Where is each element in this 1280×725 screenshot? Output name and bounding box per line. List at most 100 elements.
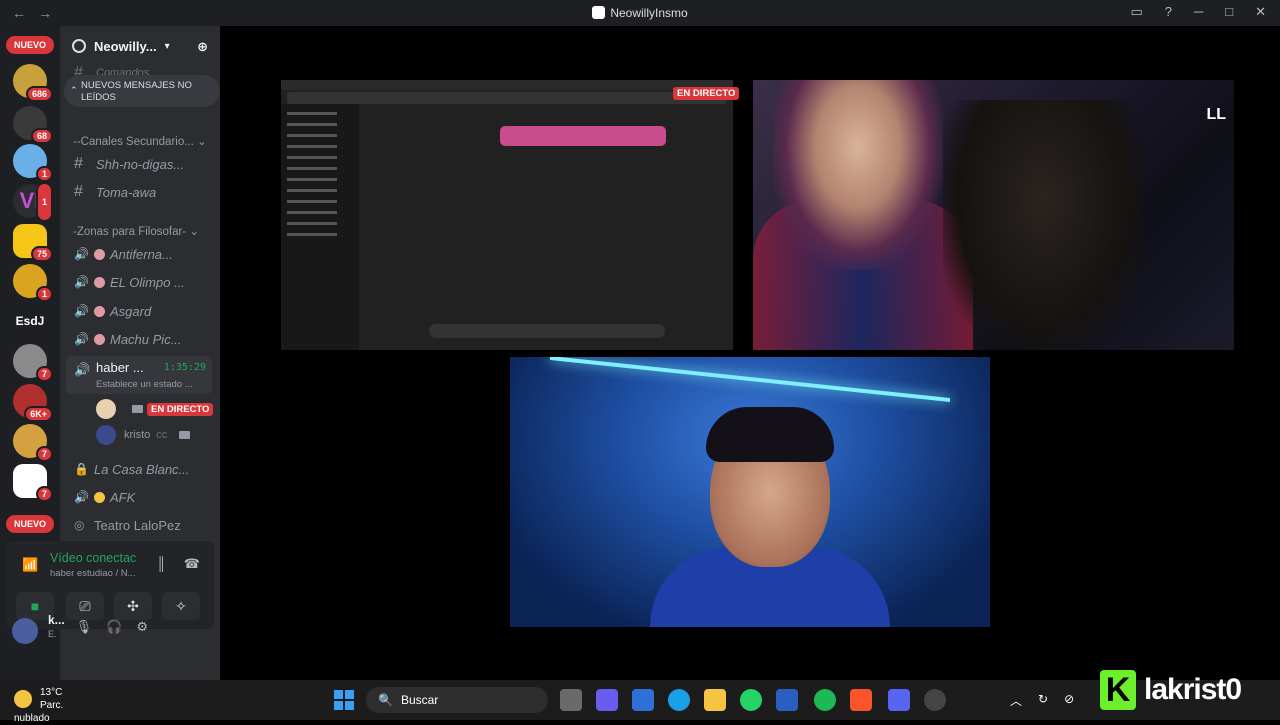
screen-share-input bbox=[429, 324, 665, 338]
server-badge: 7 bbox=[35, 446, 53, 462]
camera-tile-main[interactable] bbox=[510, 357, 990, 627]
voice-channel[interactable]: 🔊 Machu Pic... bbox=[74, 326, 216, 352]
voice-user-row[interactable]: kristo cc bbox=[96, 424, 191, 446]
watermark-logo: K bbox=[1100, 670, 1136, 710]
close-button[interactable]: ✕ bbox=[1255, 4, 1266, 20]
channel-label: Antiferna... bbox=[110, 246, 173, 262]
server-badge: 1 bbox=[35, 286, 53, 302]
server-icon[interactable]: 1 bbox=[13, 144, 53, 182]
chevron-up-icon[interactable]: ︿ bbox=[1010, 692, 1022, 709]
active-channel-status[interactable]: Establece un estado ... bbox=[96, 379, 193, 390]
voice-channel[interactable]: 🔊 EL Olimpo ... bbox=[74, 269, 216, 295]
title-bar: ← → NeowillyInsmo ▭ ? ─ □ ✕ bbox=[0, 0, 1280, 26]
taskbar-search[interactable]: 🔍 Buscar bbox=[366, 687, 548, 713]
channel-label: Machu Pic... bbox=[110, 331, 182, 347]
discord-icon[interactable] bbox=[888, 689, 910, 711]
arrow-up-icon: ⌃ bbox=[70, 85, 78, 95]
brave-icon[interactable] bbox=[850, 689, 872, 711]
camera-tile-top[interactable]: LL bbox=[753, 80, 1234, 350]
speaker-icon: 🔊 bbox=[74, 490, 89, 504]
guild-header[interactable]: Neowilly... ▾ ⊕ bbox=[60, 26, 220, 66]
microphone-icon[interactable]: 🎙 bbox=[76, 619, 93, 635]
server-text-esdj[interactable]: EsdJ bbox=[10, 314, 50, 328]
user-panel-status: E. bbox=[48, 629, 57, 639]
weather-icon bbox=[14, 690, 32, 708]
server-icon[interactable]: 686 bbox=[13, 64, 53, 102]
headphones-icon[interactable]: 🎧 bbox=[106, 619, 122, 635]
voice-channel-locked[interactable]: 🔒 La Casa Blanc... bbox=[74, 456, 216, 482]
speaker-icon: 🔊 bbox=[74, 304, 89, 318]
camera-icon bbox=[179, 431, 191, 439]
user-panel-name[interactable]: k... bbox=[48, 613, 65, 627]
network-icon[interactable]: ⊘ bbox=[1064, 692, 1074, 709]
disconnect-icon[interactable]: ☎ bbox=[184, 556, 200, 572]
server-badge: 1 bbox=[35, 182, 53, 222]
task-view-icon[interactable] bbox=[560, 689, 582, 711]
start-button[interactable] bbox=[334, 690, 354, 710]
server-icon[interactable]: 7 bbox=[13, 464, 53, 502]
emoji-icon bbox=[94, 333, 105, 345]
camera-icon bbox=[132, 405, 143, 413]
server-icon[interactable]: 6K+ bbox=[13, 384, 53, 422]
copilot-icon[interactable] bbox=[596, 689, 618, 711]
help-icon[interactable]: ? bbox=[1165, 4, 1172, 20]
whatsapp-icon[interactable] bbox=[740, 689, 762, 711]
new-unread-pill-bottom[interactable]: NUEVO bbox=[6, 515, 54, 533]
search-label: Buscar bbox=[400, 693, 439, 707]
hash-icon: # bbox=[74, 155, 83, 172]
sync-icon[interactable]: ↻ bbox=[1038, 692, 1048, 709]
category-label: --Canales Secundario... bbox=[73, 136, 194, 148]
avatar[interactable] bbox=[12, 618, 38, 644]
add-user-icon[interactable]: ⊕ bbox=[197, 39, 208, 55]
voice-user-row[interactable]: EN DIRECTO bbox=[96, 398, 214, 420]
chevron-down-icon: ▾ bbox=[164, 40, 170, 52]
gear-icon[interactable]: ⚙ bbox=[136, 619, 148, 635]
hash-icon: # bbox=[74, 183, 83, 200]
window-title: NeowillyInsmo bbox=[0, 6, 1280, 20]
avatar bbox=[96, 425, 116, 445]
stage-channel[interactable]: ◎ Teatro LaloPez bbox=[74, 512, 216, 538]
voice-channel[interactable]: 🔊 Antiferna... bbox=[74, 241, 216, 267]
screen-share-sidebar bbox=[281, 104, 359, 350]
word-icon[interactable] bbox=[776, 689, 798, 711]
channel-label: Shh-no-digas... bbox=[96, 156, 185, 172]
server-icon[interactable]: 68 bbox=[13, 106, 53, 144]
file-explorer-icon[interactable] bbox=[704, 689, 726, 711]
soundboard-button[interactable]: ✧ bbox=[162, 592, 200, 620]
obs-icon[interactable] bbox=[924, 689, 946, 711]
store-icon[interactable] bbox=[632, 689, 654, 711]
server-icon[interactable]: 7 bbox=[13, 344, 53, 382]
category-zones[interactable]: -Zonas para Filosofar- ⌄ bbox=[73, 224, 199, 238]
minimize-button[interactable]: ─ bbox=[1194, 4, 1203, 20]
active-channel-name: haber ... bbox=[96, 360, 144, 375]
inbox-icon[interactable]: ▭ bbox=[1130, 4, 1142, 20]
channel-text[interactable]: # Shh-no-digas... bbox=[74, 151, 216, 177]
voice-subtitle[interactable]: haber estudiao / N... bbox=[50, 568, 136, 579]
stage-icon: ◎ bbox=[74, 518, 85, 532]
chevron-down-icon: ⌄ bbox=[197, 136, 207, 148]
edge-icon[interactable] bbox=[668, 689, 690, 711]
channel-text[interactable]: # Toma-awa bbox=[74, 179, 216, 205]
server-icon[interactable]: 75 bbox=[13, 224, 53, 262]
new-messages-banner[interactable]: ⌃ NUEVOS MENSAJES NO LEÍDOS bbox=[64, 75, 220, 107]
server-badge: 75 bbox=[30, 246, 53, 262]
server-icon[interactable]: 1 bbox=[13, 264, 53, 302]
maximize-button[interactable]: □ bbox=[1225, 4, 1233, 20]
voice-channel[interactable]: 🔊 Asgard bbox=[74, 298, 216, 324]
spotify-icon[interactable] bbox=[814, 689, 836, 711]
screen-share-tile[interactable] bbox=[281, 80, 733, 350]
active-voice-channel[interactable]: 🔊 haber ... 1:35:29 Establece un estado … bbox=[66, 356, 212, 394]
voice-channel-afk[interactable]: 🔊 AFK bbox=[74, 484, 216, 510]
server-icon[interactable]: 7 bbox=[13, 424, 53, 462]
category-secondary[interactable]: --Canales Secundario... ⌄ bbox=[73, 134, 207, 148]
new-unread-pill-top[interactable]: NUEVO bbox=[6, 36, 54, 54]
emoji-icon bbox=[94, 491, 105, 503]
weather-widget[interactable]: 13°C Parc. nublado bbox=[14, 686, 76, 725]
server-badge: 686 bbox=[25, 86, 53, 102]
noise-suppression-icon[interactable]: ║ bbox=[157, 556, 166, 572]
server-icon[interactable]: VI 1 bbox=[13, 182, 53, 222]
signal-icon[interactable]: 📶 bbox=[22, 557, 38, 573]
server-badge: 68 bbox=[30, 128, 53, 144]
soundboard-icon: ✧ bbox=[175, 597, 187, 614]
user-name: kristo bbox=[124, 429, 151, 441]
